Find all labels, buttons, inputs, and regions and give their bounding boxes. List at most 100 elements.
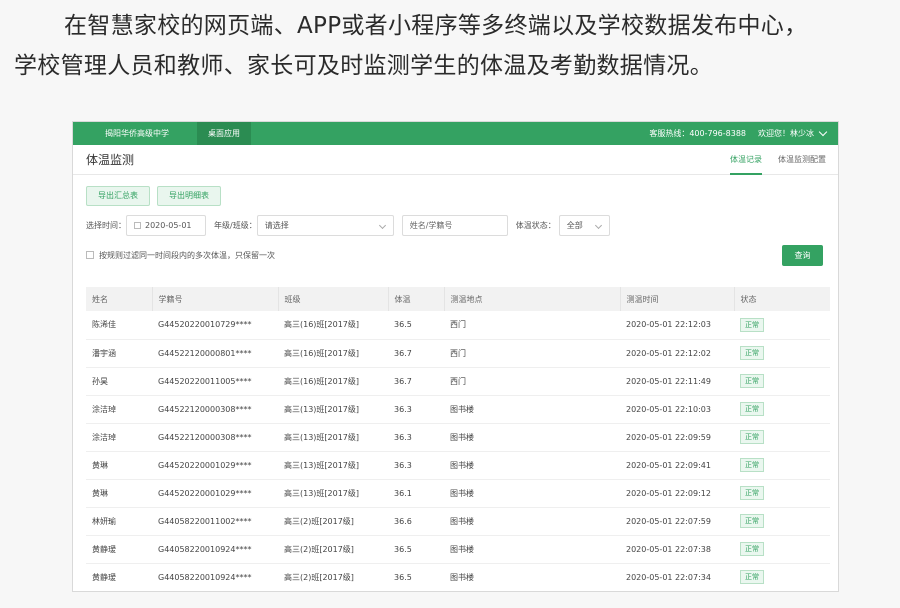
table-cell: 黄静瑷 — [86, 535, 152, 564]
table-cell: 高三(16)班[2017级] — [278, 311, 388, 340]
chevron-down-icon[interactable] — [818, 127, 828, 137]
table-cell: 36.5 — [388, 563, 444, 591]
status-badge: 正常 — [740, 374, 764, 388]
table-cell: 图书楼 — [444, 535, 620, 564]
school-name: 揭阳华侨高级中学 — [105, 129, 169, 138]
chevron-down-icon — [378, 221, 386, 230]
column-header: 体温 — [388, 287, 445, 311]
table-cell: 图书楼 — [444, 479, 620, 508]
table-cell: 高三(16)班[2017级] — [278, 367, 388, 396]
table-cell: G44520220010729**** — [152, 311, 278, 340]
table-row[interactable]: 涂洁琸 G44522120000308**** 高三(13)班[2017级] 36.3… — [86, 395, 830, 424]
table-row[interactable]: 孙昊 G44520220011005**** 高三(16)班[2017级] 36.7 西… — [86, 367, 830, 396]
table-cell: 高三(2)班[2017级] — [278, 507, 388, 536]
status-badge: 正常 — [740, 346, 764, 360]
intro-line-2: 学校管理人员和教师、家长可及时监测学生的体温及考勤数据情况。 — [14, 53, 713, 79]
status-cell: 正常 — [734, 367, 830, 396]
table-cell: 西门 — [444, 311, 620, 340]
table-cell: G44058220011002**** — [152, 507, 278, 536]
page-header: 体温监测 体温记录 体温监测配置 — [73, 145, 838, 175]
table-cell: 36.7 — [388, 339, 444, 368]
table-cell: 陈浠佳 — [86, 311, 152, 340]
table-cell: 36.7 — [388, 367, 444, 396]
filter-bar: 选择时间： 2020-05-01 年级/班级： 请选择 姓名/学籍号 体温状态：… — [86, 215, 838, 236]
table-cell: 涂洁琸 — [86, 423, 152, 452]
name-search-input[interactable]: 姓名/学籍号 — [401, 215, 508, 236]
status-value: 全部 — [566, 221, 583, 230]
tab-temperature-records[interactable]: 体温记录 — [730, 145, 762, 175]
status-badge: 正常 — [740, 542, 764, 556]
table-row[interactable]: 林妍瑜 G44058220011002**** 高三(2)班[2017级] 36.6 图… — [86, 507, 830, 536]
status-badge: 正常 — [740, 317, 764, 332]
table-cell: 图书楼 — [444, 395, 620, 424]
export-summary-button[interactable]: 导出汇总表 — [86, 186, 150, 206]
table-cell: 高三(16)班[2017级] — [278, 339, 388, 368]
table-cell: 黄静瑷 — [86, 563, 152, 591]
table-row[interactable]: 黄静瑷 G44058220010924**** 高三(2)班[2017级] 36.5 图… — [86, 563, 830, 591]
query-button[interactable]: 查询 — [782, 245, 823, 266]
table-cell: G44520220001029**** — [152, 451, 278, 480]
table-cell: 高三(2)班[2017级] — [278, 563, 388, 591]
grade-label: 年级/班级： — [214, 221, 257, 230]
desktop-app-tab[interactable]: 桌面应用 — [197, 122, 251, 145]
status-badge: 正常 — [740, 514, 764, 528]
table-cell: 图书楼 — [444, 423, 620, 452]
table-cell: 2020-05-01 22:07:38 — [620, 535, 734, 564]
dedupe-checkbox[interactable] — [86, 251, 94, 259]
user-menu[interactable]: 欢迎您！林少冰 — [758, 128, 814, 139]
table-cell: 孙昊 — [86, 367, 152, 396]
status-cell: 正常 — [734, 395, 830, 424]
filter-options: 按规则过滤同一时间段内的多次体温，只保留一次 查询 — [86, 243, 838, 267]
chevron-down-icon — [594, 221, 602, 230]
status-cell: 正常 — [734, 339, 830, 368]
tab-monitor-config[interactable]: 体温监测配置 — [778, 145, 826, 175]
status-badge: 正常 — [740, 570, 764, 584]
table-cell: 36.3 — [388, 423, 444, 452]
table-row[interactable]: 涂洁琸 G44522120000308**** 高三(13)班[2017级] 36.3… — [86, 423, 830, 452]
grade-value: 请选择 — [264, 221, 289, 230]
date-picker[interactable]: 2020-05-01 — [126, 215, 206, 236]
column-header: 姓名 — [86, 287, 153, 311]
status-badge: 正常 — [740, 458, 764, 472]
table-cell: 西门 — [444, 339, 620, 368]
table-cell: 图书楼 — [444, 451, 620, 480]
intro-text: 在智慧家校的网页端、APP或者小程序等多终端以及学校数据发布中心， 学校管理人员… — [14, 6, 894, 86]
status-badge: 正常 — [740, 402, 764, 416]
table-cell: 2020-05-01 22:09:12 — [620, 479, 734, 508]
status-cell: 正常 — [734, 451, 830, 480]
table-row[interactable]: 黄静瑷 G44058220010924**** 高三(2)班[2017级] 36.5 图… — [86, 535, 830, 564]
table-cell: 36.3 — [388, 395, 444, 424]
table-cell: 36.6 — [388, 507, 444, 536]
table-row[interactable]: 黄琳 G44520220001029**** 高三(13)班[2017级] 36.3 图… — [86, 451, 830, 480]
export-detail-button[interactable]: 导出明细表 — [157, 186, 221, 206]
table-cell: 36.3 — [388, 451, 444, 480]
status-badge: 正常 — [740, 430, 764, 444]
table-cell: 高三(2)班[2017级] — [278, 535, 388, 564]
table-cell: 2020-05-01 22:09:41 — [620, 451, 734, 480]
column-header: 学籍号 — [152, 287, 279, 311]
grade-select[interactable]: 请选择 — [256, 215, 394, 236]
status-cell: 正常 — [734, 507, 830, 536]
column-header: 测温地点 — [444, 287, 621, 311]
table-cell: 潘宇涵 — [86, 339, 152, 368]
column-header: 测温时间 — [620, 287, 735, 311]
table-row[interactable]: 潘宇涵 G44522120000801**** 高三(16)班[2017级] 36.7… — [86, 339, 830, 368]
date-value: 2020-05-01 — [145, 221, 192, 230]
table-cell: 图书楼 — [444, 563, 620, 591]
top-bar: 揭阳华侨高级中学 桌面应用 客服热线：400-796-8388 欢迎您！林少冰 — [73, 122, 838, 145]
table-cell: 涂洁琸 — [86, 395, 152, 424]
table-row[interactable]: 黄琳 G44520220001029**** 高三(13)班[2017级] 36.1 图… — [86, 479, 830, 508]
table-cell: G44520220001029**** — [152, 479, 278, 508]
table-cell: G44058220010924**** — [152, 535, 278, 564]
table-cell: 2020-05-01 22:09:59 — [620, 423, 734, 452]
table-cell: 2020-05-01 22:10:03 — [620, 395, 734, 424]
table-cell: G44522120000308**** — [152, 395, 278, 424]
app-window: 揭阳华侨高级中学 桌面应用 客服热线：400-796-8388 欢迎您！林少冰 … — [72, 121, 839, 592]
table-cell: 2020-05-01 22:07:59 — [620, 507, 734, 536]
table-row[interactable]: 陈浠佳 G44520220010729**** 高三(16)班[2017级] 36.5… — [86, 311, 830, 340]
table-cell: 2020-05-01 22:12:03 — [620, 311, 734, 340]
name-search-placeholder: 姓名/学籍号 — [409, 221, 453, 230]
table-cell: 36.5 — [388, 311, 444, 340]
table-cell: 高三(13)班[2017级] — [278, 395, 388, 424]
status-select[interactable]: 全部 — [558, 215, 610, 236]
